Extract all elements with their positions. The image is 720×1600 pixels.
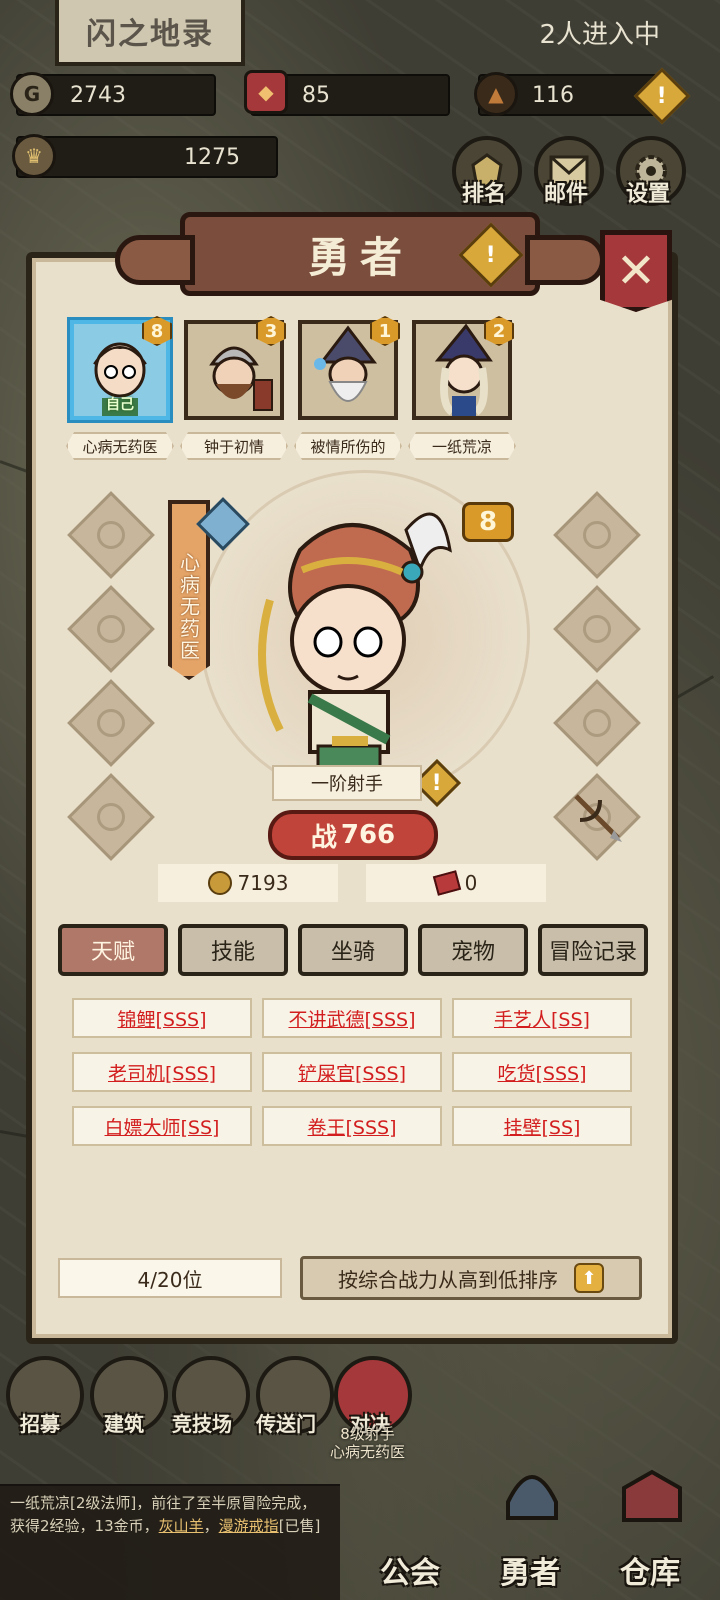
chat-log[interactable]: 一纸荒凉[2级法师]，前往了至半原冒险完成，获得2经验，13金币，灰山羊，漫游戒… [0, 1484, 340, 1600]
tab-talent[interactable]: 天赋 [58, 924, 168, 976]
tab-adventure-log[interactable]: 冒险记录 [538, 924, 648, 976]
talent-item[interactable]: 吃货[SSS] [452, 1052, 632, 1092]
talent-item[interactable]: 铲屎官[SSS] [262, 1052, 442, 1092]
area-sign: 闪之地录 [55, 0, 245, 66]
build-label: 建筑 [104, 1412, 144, 1436]
crossbow-icon [574, 794, 622, 842]
ticket-value: 0 [464, 871, 478, 895]
talent-item[interactable]: 老司机[SSS] [72, 1052, 252, 1092]
helmet-icon [506, 1475, 558, 1520]
chat-item-link[interactable]: 漫游戒指 [219, 1517, 279, 1535]
hero-tab[interactable]: 勇者 [470, 1475, 590, 1600]
gold-icon: G [10, 72, 54, 116]
hero-card-4[interactable]: 2 [412, 316, 514, 420]
sort-button[interactable]: 按综合战力从高到低排序 ⬆ [300, 1256, 642, 1300]
crown-icon: ♛ [12, 134, 56, 178]
archer-hero-figure [258, 512, 452, 774]
talent-item[interactable]: 卷王[SSS] [262, 1106, 442, 1146]
warehouse-tab[interactable]: 仓库 [590, 1469, 710, 1600]
online-status: 2人进入中 [539, 20, 660, 50]
mail-label: 邮件 [544, 182, 589, 207]
chest-icon [622, 1469, 682, 1522]
close-button[interactable]: ✕ [600, 230, 672, 312]
close-icon: ✕ [615, 243, 657, 299]
ticket-icon [432, 870, 461, 896]
ranking-label: 排名 [462, 182, 507, 207]
shard-icon: ▲ [474, 72, 518, 116]
self-tag: 自己 [106, 397, 134, 413]
power-prefix: 战 [310, 822, 337, 853]
coin-icon [207, 871, 232, 895]
hero-card-1[interactable]: 8 自己 [70, 316, 172, 420]
talent-item[interactable]: 不讲武德[SSS] [262, 998, 442, 1038]
portal-label: 传送门 [256, 1412, 316, 1436]
recruit-label: 招募 [20, 1412, 60, 1436]
hero-name-4[interactable]: 一纸荒凉 [408, 432, 516, 460]
arena-label: 竞技场 [172, 1412, 232, 1436]
hero-name-2[interactable]: 钟于初情 [180, 432, 288, 460]
hero-name-3[interactable]: 被情所伤的 [294, 432, 402, 460]
lion-shield-icon: ◆ [244, 70, 288, 114]
chat-suffix: [已售] [278, 1517, 321, 1535]
hero-name-vertical: 心病无药医 [176, 552, 201, 662]
ticket-stat: 0 [366, 864, 546, 902]
warehouse-tab-label: 仓库 [620, 1556, 680, 1591]
sort-arrow-icon: ⬆ [574, 1263, 604, 1293]
hero-card-3[interactable]: 1 [298, 316, 400, 420]
gold-value: 2743 [70, 82, 126, 108]
talent-item[interactable]: 白嫖大师[SS] [72, 1106, 252, 1146]
guild-tab-label: 公会 [380, 1556, 440, 1591]
hero-level-crest: 8 [462, 502, 514, 542]
coin-value: 7193 [237, 871, 289, 895]
talent-item[interactable]: 锦鲤[SSS] [72, 998, 252, 1038]
floating-hero-name: 心病无药医 [330, 1443, 406, 1461]
settings-label: 设置 [626, 182, 671, 207]
tab-pet[interactable]: 宠物 [418, 924, 528, 976]
talent-item[interactable]: 手艺人[SS] [452, 998, 632, 1038]
hero-card-2[interactable]: 3 [184, 316, 286, 420]
floating-hero-level: 8级射手 [340, 1425, 395, 1443]
floating-hero-tag: 8级射手 心病无药医 [330, 1425, 405, 1461]
tab-mount[interactable]: 坐骑 [298, 924, 408, 976]
combat-power-value: 766 [340, 820, 396, 850]
chat-item-link[interactable]: 灰山羊 [159, 1517, 204, 1535]
shard-value: 116 [532, 82, 574, 108]
panel-title: 勇者 [307, 232, 412, 282]
class-label: 一阶射手 [272, 765, 422, 801]
hero-tab-label: 勇者 [500, 1556, 560, 1591]
power-value: 1275 [184, 144, 240, 170]
coin-stat: 7193 [158, 864, 338, 902]
talent-item[interactable]: 挂壁[SS] [452, 1106, 632, 1146]
sort-label: 按综合战力从高到低排序 [338, 1267, 558, 1292]
chat-separator: ， [203, 1517, 219, 1535]
hero-count: 4/20位 [58, 1258, 282, 1298]
guild-tab[interactable]: 公会 [350, 1510, 470, 1600]
badge-value: 85 [302, 82, 330, 108]
hero-name-1[interactable]: 心病无药医 [66, 432, 174, 460]
tab-skills[interactable]: 技能 [178, 924, 288, 976]
combat-power-banner: 战 766 [268, 810, 438, 860]
